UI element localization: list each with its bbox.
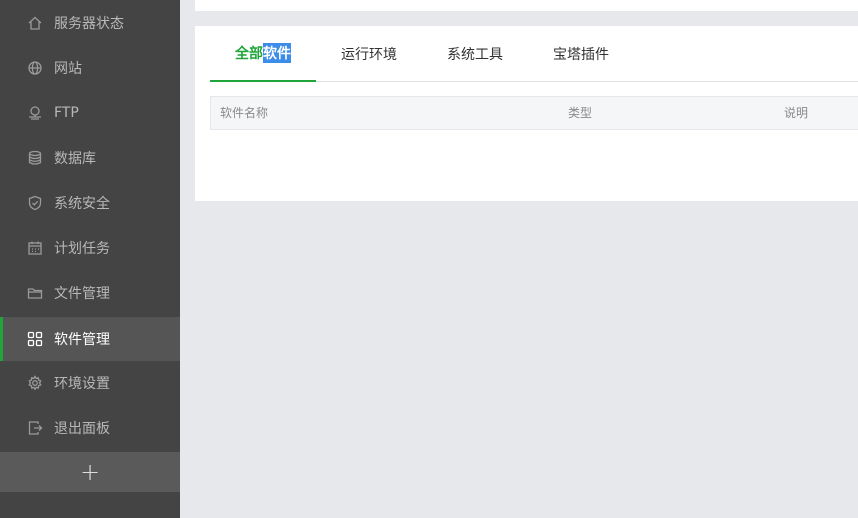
folder-icon	[26, 284, 44, 302]
apps-grid-icon	[26, 330, 44, 348]
sidebar-item-label: 软件管理	[54, 332, 110, 348]
tab-runtime[interactable]: 运行环境	[328, 26, 410, 81]
column-header-description[interactable]: 说明	[784, 97, 808, 129]
sidebar-item-server-status[interactable]: 服务器状态	[0, 1, 180, 45]
globe-icon	[26, 59, 44, 77]
shield-icon	[26, 194, 44, 212]
sidebar-item-label: 退出面板	[54, 421, 110, 437]
sidebar: 服务器状态 网站 FTP 数据库 系统安全 计划任务 文件管理 软件管理 环境设…	[0, 0, 180, 518]
calendar-icon	[26, 239, 44, 257]
sidebar-item-label: 系统安全	[54, 196, 110, 212]
sidebar-item-label: 网站	[54, 61, 82, 77]
sidebar-item-security[interactable]: 系统安全	[0, 181, 180, 225]
tab-system-tools[interactable]: 系统工具	[434, 26, 516, 81]
sidebar-item-software[interactable]: 软件管理	[0, 317, 180, 361]
sidebar-item-settings[interactable]: 环境设置	[0, 361, 180, 405]
logout-icon	[26, 419, 44, 437]
column-header-name[interactable]: 软件名称	[220, 97, 268, 129]
sidebar-item-label: 文件管理	[54, 286, 110, 302]
sidebar-item-label: FTP	[54, 105, 79, 121]
column-header-type[interactable]: 类型	[568, 97, 592, 129]
sidebar-item-label: 计划任务	[54, 241, 110, 257]
tab-bar: 全部 软件 运行环境 系统工具 宝塔插件	[210, 26, 858, 82]
tab-bt-plugins[interactable]: 宝塔插件	[540, 26, 622, 81]
sidebar-item-database[interactable]: 数据库	[0, 136, 180, 180]
database-icon	[26, 149, 44, 167]
sidebar-item-cron[interactable]: 计划任务	[0, 226, 180, 270]
sidebar-item-files[interactable]: 文件管理	[0, 271, 180, 315]
ftp-icon	[26, 104, 44, 122]
table-header: 软件名称 类型 说明	[210, 96, 858, 130]
home-icon	[26, 14, 44, 32]
add-button[interactable]: +	[0, 452, 180, 492]
tab-label-selected-text: 软件	[263, 43, 291, 63]
tab-label: 全部	[235, 46, 263, 62]
tab-all-software[interactable]: 全部 软件	[210, 26, 316, 82]
gear-icon	[26, 374, 44, 392]
sidebar-item-label: 环境设置	[54, 376, 110, 392]
sidebar-item-logout[interactable]: 退出面板	[0, 406, 180, 450]
software-panel: 全部 软件 运行环境 系统工具 宝塔插件 软件名称 类型 说明	[195, 26, 858, 201]
sidebar-item-website[interactable]: 网站	[0, 46, 180, 90]
sidebar-item-label: 服务器状态	[54, 16, 124, 32]
top-panel	[195, 0, 858, 11]
sidebar-item-label: 数据库	[54, 151, 96, 167]
sidebar-item-ftp[interactable]: FTP	[0, 91, 180, 135]
